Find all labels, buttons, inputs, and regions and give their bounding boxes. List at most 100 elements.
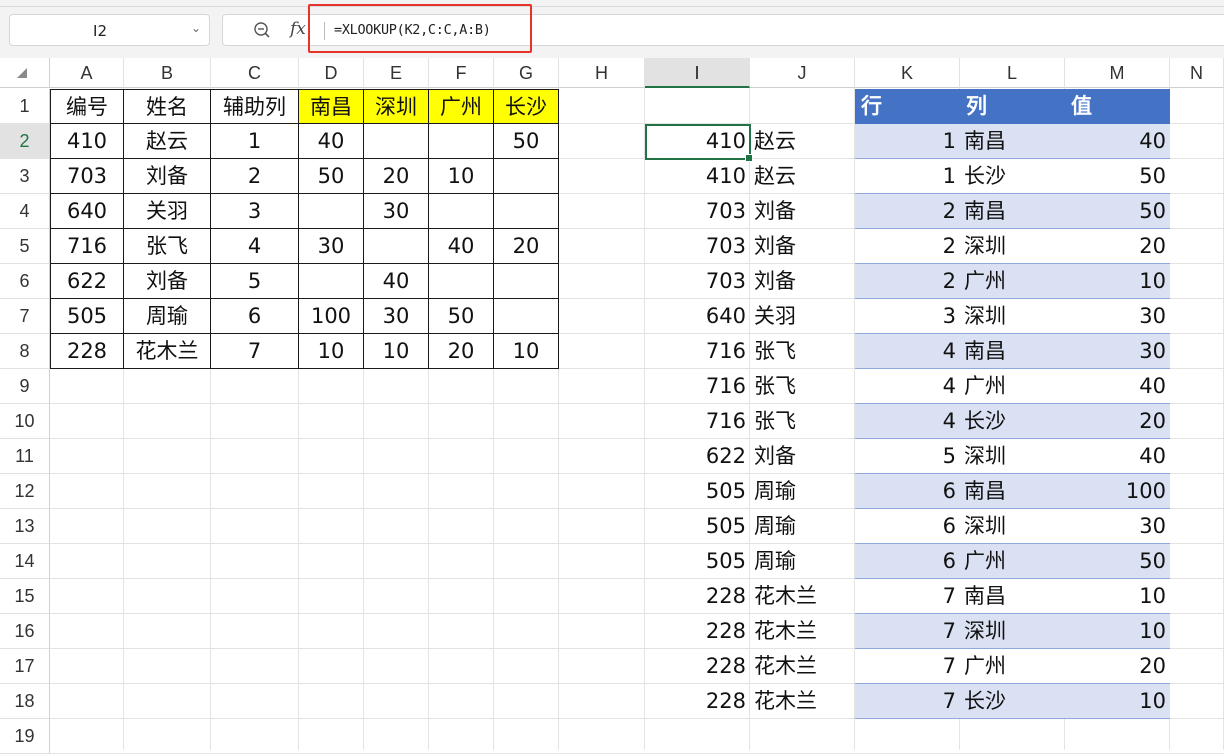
cell-l4[interactable]: 南昌 (960, 194, 1065, 229)
column-header-h[interactable]: H (559, 58, 645, 88)
cell-k4[interactable]: 2 (855, 194, 960, 229)
row-header-12[interactable]: 12 (0, 474, 50, 509)
cell-c8[interactable]: 7 (211, 334, 299, 369)
cell-d2[interactable]: 40 (299, 124, 364, 159)
column-header-d[interactable]: D (299, 58, 364, 88)
cell-l6[interactable]: 广州 (960, 264, 1065, 299)
cell-c1[interactable]: 辅助列 (211, 89, 299, 124)
cell-e7[interactable]: 30 (364, 299, 429, 334)
cell-k17[interactable]: 7 (855, 649, 960, 684)
cell-e1[interactable]: 深圳 (364, 89, 429, 124)
cell-i17[interactable]: 228 (645, 649, 750, 684)
cell-m10[interactable]: 20 (1065, 404, 1170, 439)
cell-l8[interactable]: 南昌 (960, 334, 1065, 369)
cell-e4[interactable]: 30 (364, 194, 429, 229)
cell-a3[interactable]: 703 (50, 159, 124, 194)
cell-g1[interactable]: 长沙 (494, 89, 559, 124)
row-header-15[interactable]: 15 (0, 579, 50, 614)
column-header-i[interactable]: I (645, 58, 750, 88)
row-header-14[interactable]: 14 (0, 544, 50, 579)
cell-m8[interactable]: 30 (1065, 334, 1170, 369)
cell-b6[interactable]: 刘备 (124, 264, 211, 299)
cell-j13[interactable]: 周瑜 (750, 509, 855, 544)
cell-e6[interactable]: 40 (364, 264, 429, 299)
cell-l11[interactable]: 深圳 (960, 439, 1065, 474)
row-header-13[interactable]: 13 (0, 509, 50, 544)
cell-f3[interactable]: 10 (429, 159, 494, 194)
cell-j6[interactable]: 刘备 (750, 264, 855, 299)
cell-l3[interactable]: 长沙 (960, 159, 1065, 194)
cell-m15[interactable]: 10 (1065, 579, 1170, 614)
row-header-18[interactable]: 18 (0, 684, 50, 719)
cell-b4[interactable]: 关羽 (124, 194, 211, 229)
row-header-4[interactable]: 4 (0, 194, 50, 229)
select-all-corner[interactable] (0, 58, 50, 88)
row-header-8[interactable]: 8 (0, 334, 50, 369)
cell-k14[interactable]: 6 (855, 544, 960, 579)
cell-m18[interactable]: 10 (1065, 684, 1170, 719)
row-header-5[interactable]: 5 (0, 229, 50, 264)
cell-d3[interactable]: 50 (299, 159, 364, 194)
row-header-17[interactable]: 17 (0, 649, 50, 684)
cell-l12[interactable]: 南昌 (960, 474, 1065, 509)
cell-l2[interactable]: 南昌 (960, 124, 1065, 159)
cell-c7[interactable]: 6 (211, 299, 299, 334)
row-header-1[interactable]: 1 (0, 89, 50, 124)
cell-a5[interactable]: 716 (50, 229, 124, 264)
cell-j2[interactable]: 赵云 (750, 124, 855, 159)
cell-f8[interactable]: 20 (429, 334, 494, 369)
cell-a1[interactable]: 编号 (50, 89, 124, 124)
cell-i16[interactable]: 228 (645, 614, 750, 649)
cell-l7[interactable]: 深圳 (960, 299, 1065, 334)
cell-m14[interactable]: 50 (1065, 544, 1170, 579)
cell-j9[interactable]: 张飞 (750, 369, 855, 404)
cell-i3[interactable]: 410 (645, 159, 750, 194)
cell-f1[interactable]: 广州 (429, 89, 494, 124)
cell-i8[interactable]: 716 (645, 334, 750, 369)
cell-a6[interactable]: 622 (50, 264, 124, 299)
cell-m11[interactable]: 40 (1065, 439, 1170, 474)
cell-m2[interactable]: 40 (1065, 124, 1170, 159)
cell-j11[interactable]: 刘备 (750, 439, 855, 474)
cell-d1[interactable]: 南昌 (299, 89, 364, 124)
cell-i11[interactable]: 622 (645, 439, 750, 474)
cell-j10[interactable]: 张飞 (750, 404, 855, 439)
cell-l14[interactable]: 广州 (960, 544, 1065, 579)
cell-k7[interactable]: 3 (855, 299, 960, 334)
column-header-l[interactable]: L (960, 58, 1065, 88)
cell-i10[interactable]: 716 (645, 404, 750, 439)
cell-i6[interactable]: 703 (645, 264, 750, 299)
cell-i7[interactable]: 640 (645, 299, 750, 334)
cell-l13[interactable]: 深圳 (960, 509, 1065, 544)
cell-j8[interactable]: 张飞 (750, 334, 855, 369)
cell-m16[interactable]: 10 (1065, 614, 1170, 649)
cell-i13[interactable]: 505 (645, 509, 750, 544)
cell-a2[interactable]: 410 (50, 124, 124, 159)
cell-j16[interactable]: 花木兰 (750, 614, 855, 649)
cell-l9[interactable]: 广州 (960, 369, 1065, 404)
cell-g8[interactable]: 10 (494, 334, 559, 369)
cell-g7[interactable] (494, 299, 559, 334)
cell-e8[interactable]: 10 (364, 334, 429, 369)
cell-b2[interactable]: 赵云 (124, 124, 211, 159)
cell-i5[interactable]: 703 (645, 229, 750, 264)
cell-j14[interactable]: 周瑜 (750, 544, 855, 579)
column-header-k[interactable]: K (855, 58, 960, 88)
cell-k12[interactable]: 6 (855, 474, 960, 509)
cell-m6[interactable]: 10 (1065, 264, 1170, 299)
cell-c3[interactable]: 2 (211, 159, 299, 194)
cell-j12[interactable]: 周瑜 (750, 474, 855, 509)
cell-l16[interactable]: 深圳 (960, 614, 1065, 649)
cell-i2[interactable]: 410 (645, 124, 750, 159)
cell-m17[interactable]: 20 (1065, 649, 1170, 684)
cell-l5[interactable]: 深圳 (960, 229, 1065, 264)
cell-f2[interactable] (429, 124, 494, 159)
cell-f7[interactable]: 50 (429, 299, 494, 334)
cell-m9[interactable]: 40 (1065, 369, 1170, 404)
cell-c4[interactable]: 3 (211, 194, 299, 229)
cell-i9[interactable]: 716 (645, 369, 750, 404)
cell-k1[interactable]: 行 (855, 89, 960, 124)
cell-i4[interactable]: 703 (645, 194, 750, 229)
cell-j18[interactable]: 花木兰 (750, 684, 855, 719)
cell-e5[interactable] (364, 229, 429, 264)
